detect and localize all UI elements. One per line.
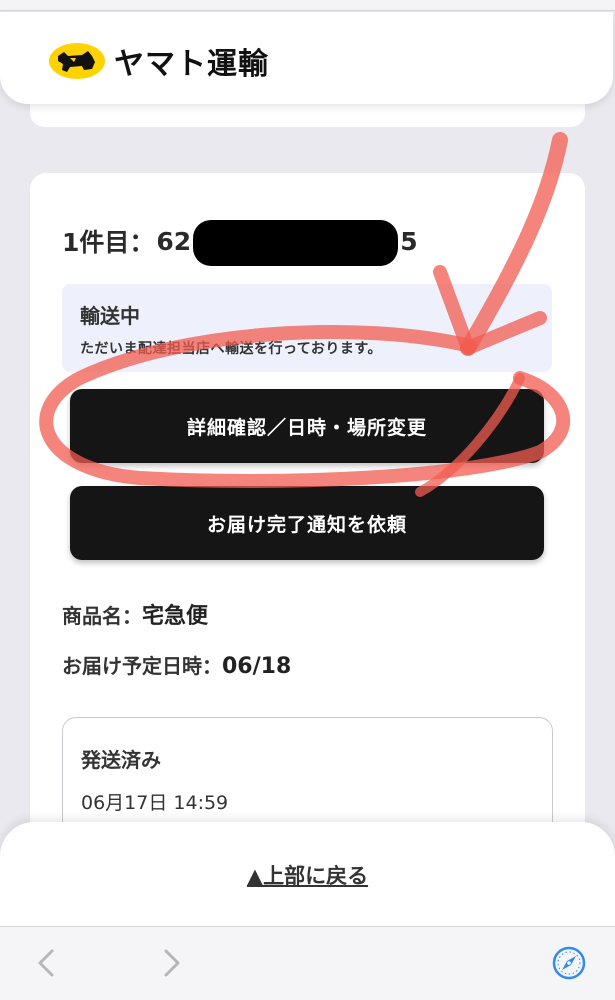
detail-change-button[interactable]: 詳細確認／日時・場所変更 xyxy=(70,389,544,463)
status-description: ただいま配達担当店へ輸送を行っております。 xyxy=(80,341,382,357)
site-header: ヤマト運輸 xyxy=(0,12,613,104)
browser-toolbar xyxy=(0,926,615,1000)
product-label: 商品名： xyxy=(62,604,142,628)
compass-icon[interactable] xyxy=(551,945,587,981)
tracking-prefix: 62 xyxy=(156,226,192,256)
status-box: 輸送中 ただいま配達担当店へ輸送を行っております。 xyxy=(62,284,552,372)
chevron-left-icon[interactable] xyxy=(32,945,62,981)
history-datetime: 06月17日 14:59 xyxy=(81,792,229,814)
tracking-suffix: 5 xyxy=(400,226,418,256)
tracking-number-row: 1件目： 62 5 xyxy=(62,218,418,266)
back-to-top-link[interactable]: ▲上部に戻る xyxy=(0,860,615,890)
black-cat-yellow-circle-icon xyxy=(49,43,105,79)
status-title: 輸送中 xyxy=(80,304,140,328)
delivery-notification-button[interactable]: お届け完了通知を依頼 xyxy=(70,486,544,560)
history-status: 発送済み xyxy=(81,748,161,772)
item-label: 1件目： xyxy=(62,228,155,257)
brand-logo[interactable]: ヤマト運輸 xyxy=(48,39,269,83)
status-bar-edge xyxy=(0,0,615,11)
date-value: 06/18 xyxy=(222,654,292,679)
bottom-sheet: ▲上部に戻る xyxy=(0,822,615,928)
redaction-mark xyxy=(193,220,399,266)
product-value: 宅急便 xyxy=(142,604,209,629)
product-info: 商品名：宅急便 xyxy=(62,598,208,630)
delivery-date-info: お届け予定日時：06/18 xyxy=(62,650,291,679)
brand-name: ヤマト運輸 xyxy=(114,47,269,82)
chevron-right-icon[interactable] xyxy=(156,945,186,981)
date-label: お届け予定日時： xyxy=(62,654,222,678)
